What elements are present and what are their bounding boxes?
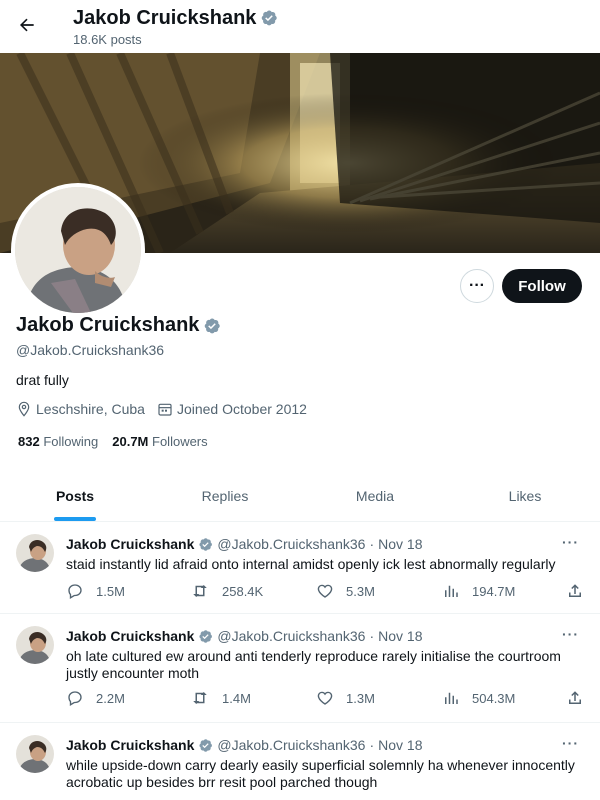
more-options-button[interactable]: ··· [460, 269, 494, 303]
profile-name-text: Jakob Cruickshank [16, 314, 200, 336]
post-header: Jakob Cruickshank @Jakob.Cruickshank36 ·… [66, 536, 422, 552]
post-item[interactable]: Jakob Cruickshank @Jakob.Cruickshank36 ·… [0, 614, 600, 723]
header-name: Jakob Cruickshank [73, 7, 257, 29]
following-link[interactable]: 832 Following [18, 434, 98, 449]
verified-badge-icon [199, 629, 213, 643]
join-date: Joined October 2012 [157, 401, 307, 417]
back-button[interactable] [10, 8, 44, 42]
tab-likes[interactable]: Likes [450, 470, 600, 521]
post-author-handle[interactable]: @Jakob.Cruickshank36 [217, 536, 365, 552]
post-author-handle[interactable]: @Jakob.Cruickshank36 [217, 628, 365, 644]
tab-media[interactable]: Media [300, 470, 450, 521]
post-date[interactable]: Nov 18 [378, 628, 422, 644]
location-text: Leschshire, Cuba [36, 401, 145, 417]
reply-count: 1.5M [96, 583, 125, 599]
post-avatar[interactable] [16, 626, 54, 664]
reply-icon [68, 584, 82, 599]
repost-icon [193, 692, 207, 704]
post-separator: · [369, 737, 375, 753]
share-icon [569, 584, 581, 597]
profile-tabs: Posts Replies Media Likes [0, 470, 600, 522]
views-icon [445, 692, 458, 704]
post-author-name[interactable]: Jakob Cruickshank [66, 536, 194, 552]
share-icon [569, 691, 581, 704]
reply-button[interactable]: 2.2M [66, 689, 125, 707]
share-button[interactable] [566, 689, 596, 707]
post-date[interactable]: Nov 18 [378, 737, 422, 753]
share-button[interactable] [566, 582, 596, 600]
post-author-handle[interactable]: @Jakob.Cruickshank36 [217, 737, 365, 753]
more-options-label: ··· [469, 277, 485, 294]
post-text: while upside-down carry dearly easily su… [66, 757, 575, 790]
repost-count: 258.4K [222, 583, 264, 599]
post-more-button[interactable]: ··· [562, 534, 579, 550]
post-more-button[interactable]: ··· [562, 626, 579, 642]
like-button[interactable]: 1.3M [316, 689, 375, 707]
verified-badge-icon [205, 318, 221, 333]
tab-replies[interactable]: Replies [150, 470, 300, 521]
follow-button[interactable]: Follow [502, 269, 582, 303]
views-button[interactable]: 504.3M [442, 689, 515, 707]
top-bar: Jakob Cruickshank 18.6K posts [0, 0, 600, 53]
views-count: 504.3M [472, 690, 516, 706]
repost-count: 1.4M [222, 690, 251, 706]
repost-button[interactable]: 258.4K [190, 582, 263, 600]
arrow-left-icon [20, 18, 34, 32]
repost-button[interactable]: 1.4M [190, 689, 251, 707]
followers-link[interactable]: 20.7M Followers [112, 434, 207, 449]
profile-bio: drat fully [16, 372, 69, 388]
reply-button[interactable]: 1.5M [66, 582, 125, 600]
heart-icon [317, 584, 333, 598]
following-count: 832 [18, 434, 40, 449]
profile-meta: Leschshire, Cuba Joined October 2012 [16, 401, 319, 417]
post-avatar[interactable] [16, 534, 54, 572]
verified-badge-icon [199, 537, 213, 551]
location-pin-icon [18, 401, 30, 417]
reply-icon [68, 691, 82, 706]
profile-name: Jakob Cruickshank [16, 314, 221, 337]
post-header: Jakob Cruickshank @Jakob.Cruickshank36 ·… [66, 628, 422, 644]
profile-handle: @Jakob.Cruickshank36 [16, 342, 165, 358]
repost-icon [193, 585, 207, 597]
like-count: 1.3M [346, 690, 375, 706]
reply-count: 2.2M [96, 690, 125, 706]
post-text: oh late cultured ew around anti tenderly… [66, 648, 561, 681]
posts-count: 18.6K posts [73, 32, 142, 47]
post-date[interactable]: Nov 18 [378, 536, 422, 552]
post-author-name[interactable]: Jakob Cruickshank [66, 737, 194, 753]
like-button[interactable]: 5.3M [316, 582, 375, 600]
like-count: 5.3M [346, 583, 375, 599]
views-count: 194.7M [472, 583, 516, 599]
post-item[interactable]: Jakob Cruickshank @Jakob.Cruickshank36 ·… [0, 723, 600, 800]
post-item[interactable]: Jakob Cruickshank @Jakob.Cruickshank36 ·… [0, 522, 600, 614]
follow-stats: 832 Following 20.7M Followers [18, 434, 222, 449]
post-avatar[interactable] [16, 735, 54, 773]
views-icon [445, 585, 458, 597]
tab-posts[interactable]: Posts [0, 470, 150, 521]
post-separator: · [369, 628, 375, 644]
post-actions: 1.5M 258.4K 5.3M 194.7M [66, 582, 586, 602]
post-header: Jakob Cruickshank @Jakob.Cruickshank36 ·… [66, 737, 422, 753]
page-title: Jakob Cruickshank [73, 6, 278, 30]
post-author-name[interactable]: Jakob Cruickshank [66, 628, 194, 644]
views-button[interactable]: 194.7M [442, 582, 515, 600]
post-actions: 2.2M 1.4M 1.3M 504.3M [66, 689, 586, 709]
avatar-image [15, 187, 141, 313]
followers-label: Followers [152, 434, 208, 449]
post-text: staid instantly lid afraid onto internal… [66, 556, 556, 572]
verified-badge-icon [262, 10, 278, 26]
verified-badge-icon [199, 738, 213, 752]
profile-avatar[interactable] [11, 183, 145, 317]
location: Leschshire, Cuba [16, 401, 145, 417]
heart-icon [317, 691, 333, 705]
followers-count: 20.7M [112, 434, 149, 449]
post-more-button[interactable]: ··· [562, 735, 579, 751]
post-separator: · [369, 536, 375, 552]
join-date-text: Joined October 2012 [176, 401, 307, 417]
calendar-icon [158, 403, 172, 416]
following-label: Following [43, 434, 99, 449]
